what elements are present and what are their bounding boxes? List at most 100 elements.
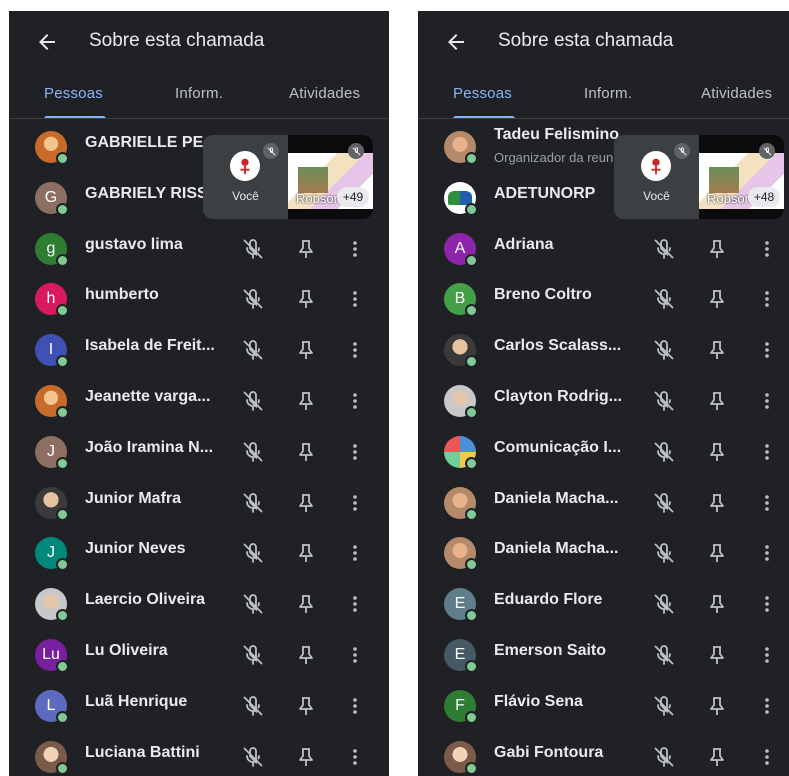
participant-row[interactable]: Daniela Macha... [418, 478, 789, 529]
more-vert-icon[interactable] [343, 287, 367, 311]
more-vert-icon[interactable] [343, 592, 367, 616]
avatar-initial: L [46, 696, 56, 714]
more-vert-icon[interactable] [343, 745, 367, 769]
participant-row[interactable]: L Luã Henrique [9, 681, 389, 732]
tab-pessoas[interactable]: Pessoas [44, 85, 103, 102]
avatar [444, 740, 478, 775]
participant-row[interactable]: g gustavo lima [9, 224, 389, 275]
participant-row[interactable]: Lu Lu Oliveira [9, 630, 389, 681]
participant-name: Isabela de Freit... [85, 337, 215, 355]
pin-icon[interactable] [705, 745, 729, 769]
avatar-initial: E [454, 646, 466, 663]
participant-row[interactable]: Jeanette varga... [9, 376, 389, 427]
pin-icon[interactable] [294, 287, 318, 311]
participant-row[interactable]: Laercio Oliveira [9, 579, 389, 630]
more-vert-icon[interactable] [343, 643, 367, 667]
more-vert-icon[interactable] [755, 745, 779, 769]
pin-icon[interactable] [294, 440, 318, 464]
pin-icon[interactable] [705, 440, 729, 464]
pin-icon[interactable] [294, 745, 318, 769]
avatar: E [444, 588, 478, 623]
participant-row[interactable]: Luciana Battini [9, 732, 389, 776]
mic-off-icon [652, 694, 676, 718]
pin-icon[interactable] [705, 491, 729, 515]
participant-row[interactable]: E Emerson Saito [418, 630, 789, 681]
mic-off-icon [241, 237, 265, 261]
participant-name: GABRIELLE PE... [85, 134, 217, 151]
self-avatar [230, 151, 260, 181]
tab-pessoas[interactable]: Pessoas [453, 85, 512, 102]
pin-icon[interactable] [705, 541, 729, 565]
more-vert-icon[interactable] [343, 237, 367, 261]
pin-icon[interactable] [294, 541, 318, 565]
arrow-back-icon[interactable] [35, 30, 59, 54]
more-vert-icon[interactable] [755, 491, 779, 515]
pin-icon[interactable] [705, 643, 729, 667]
more-vert-icon[interactable] [755, 694, 779, 718]
participant-row[interactable]: Clayton Rodrig... [418, 376, 789, 427]
more-vert-icon[interactable] [755, 643, 779, 667]
participant-name: João Iramina N... [85, 438, 214, 456]
arrow-back-icon[interactable] [444, 30, 468, 54]
pin-icon[interactable] [705, 287, 729, 311]
more-vert-icon[interactable] [755, 287, 779, 311]
tab-atividades[interactable]: Atividades [701, 85, 772, 102]
pin-icon[interactable] [705, 694, 729, 718]
pin-icon[interactable] [705, 592, 729, 616]
participant-row[interactable]: A Adriana [418, 224, 789, 275]
tab-inform[interactable]: Inform. [175, 85, 223, 102]
call-details-panel-left: Sobre esta chamada Pessoas Inform. Ativi… [9, 11, 389, 776]
online-status-dot [56, 710, 69, 724]
participant-row[interactable]: h humberto [9, 274, 389, 325]
mic-off-icon [241, 694, 265, 718]
pin-icon[interactable] [294, 389, 318, 413]
page-title: Sobre esta chamada [89, 30, 265, 51]
avatar [444, 486, 478, 521]
more-vert-icon[interactable] [755, 338, 779, 362]
more-vert-icon[interactable] [755, 389, 779, 413]
more-vert-icon[interactable] [755, 237, 779, 261]
tab-atividades[interactable]: Atividades [289, 85, 360, 102]
more-vert-icon[interactable] [755, 592, 779, 616]
more-vert-icon[interactable] [755, 440, 779, 464]
more-vert-icon[interactable] [343, 694, 367, 718]
more-vert-icon[interactable] [755, 541, 779, 565]
tab-inform[interactable]: Inform. [584, 85, 632, 102]
participant-row[interactable]: J Junior Neves [9, 528, 389, 579]
more-vert-icon[interactable] [343, 338, 367, 362]
online-status-dot [465, 406, 478, 419]
pin-icon[interactable] [705, 338, 729, 362]
mic-off-icon [241, 491, 265, 515]
participant-row[interactable]: Gabi Fontoura [418, 732, 789, 776]
avatar: E [444, 639, 478, 673]
participant-row[interactable]: Carlos Scalass... [418, 325, 789, 376]
more-vert-icon[interactable] [343, 440, 367, 464]
video-tiles-preview[interactable]: Você Robson +49 [203, 135, 373, 219]
pin-icon[interactable] [705, 389, 729, 413]
participant-row[interactable]: J João Iramina N... [9, 427, 389, 478]
participant-name: Luciana Battini [85, 743, 200, 761]
avatar: h [35, 283, 69, 318]
participant-row[interactable]: F Flávio Sena [418, 681, 789, 732]
pin-icon[interactable] [705, 237, 729, 261]
online-status-dot [56, 609, 69, 623]
more-vert-icon[interactable] [343, 389, 367, 413]
participant-row[interactable]: Junior Mafra [9, 478, 389, 529]
mic-off-icon [241, 745, 265, 769]
pin-icon[interactable] [294, 338, 318, 362]
pin-icon[interactable] [294, 643, 318, 667]
more-vert-icon[interactable] [343, 541, 367, 565]
pin-icon[interactable] [294, 694, 318, 718]
participant-row[interactable]: E Eduardo Flore [418, 579, 789, 630]
participant-row[interactable]: B Breno Coltro [418, 274, 789, 325]
participant-row[interactable]: Daniela Macha... [418, 528, 789, 579]
participant-row[interactable]: Comunicação I... [418, 427, 789, 478]
app-bar: Sobre esta chamada [9, 11, 389, 73]
pin-icon[interactable] [294, 491, 318, 515]
more-vert-icon[interactable] [343, 491, 367, 515]
participant-name: humberto [85, 286, 159, 304]
pin-icon[interactable] [294, 237, 318, 261]
participant-row[interactable]: I Isabela de Freit... [9, 325, 389, 376]
video-tiles-preview[interactable]: Você Robson +48 [614, 135, 784, 219]
pin-icon[interactable] [294, 592, 318, 616]
